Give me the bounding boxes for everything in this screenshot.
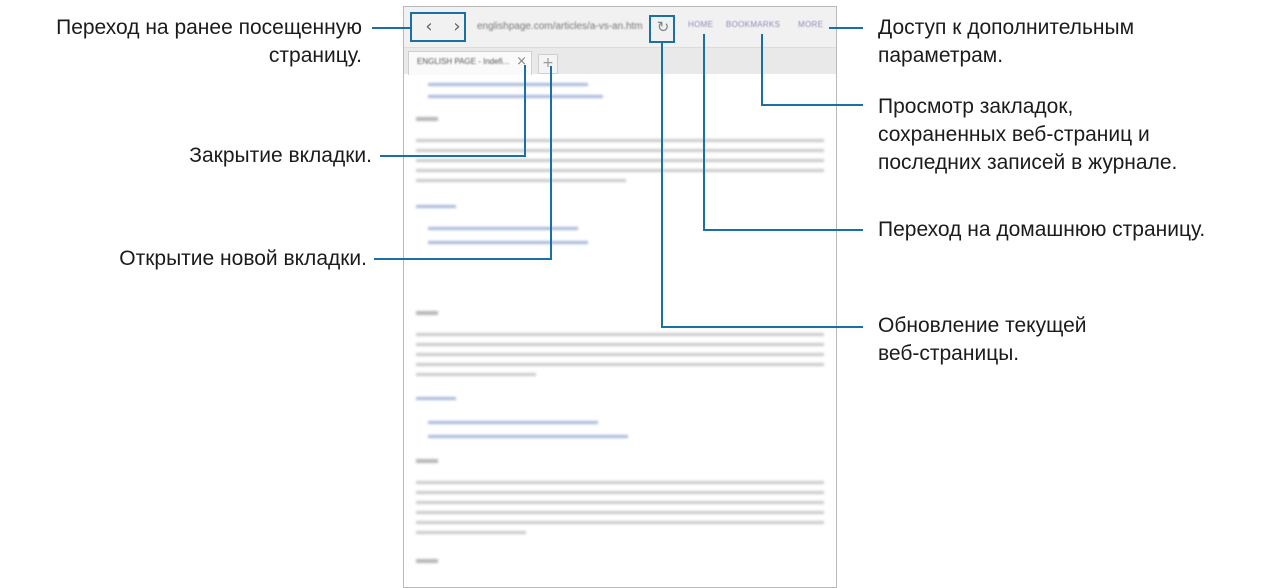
- callout-more-line2: параметрам.: [878, 44, 1004, 67]
- refresh-highlight: [649, 15, 675, 43]
- address-bar[interactable]: englishpage.com/articles/a-vs-an.htm: [477, 18, 655, 36]
- callout-refresh: Обновление текущей веб-страницы.: [878, 312, 1087, 368]
- tab-title: ENGLISH PAGE - Indefi...: [417, 57, 510, 66]
- callout-line-refresh-h: [661, 326, 863, 328]
- callout-bookmarks-line3: последних записей в журнале.: [878, 151, 1178, 174]
- callout-bookmarks: Просмотр закладок, сохраненных веб-стран…: [878, 93, 1177, 177]
- callout-line-home-v: [703, 34, 705, 231]
- home-button[interactable]: HOME: [688, 20, 713, 29]
- callout-bookmarks-line2: сохраненных веб-страниц и: [878, 123, 1150, 146]
- callout-line-back: [372, 27, 410, 29]
- browser-toolbar: ‹ › englishpage.com/articles/a-vs-an.htm…: [404, 7, 836, 48]
- callout-more-line1: Доступ к дополнительным: [878, 16, 1135, 39]
- callout-line-new-tab-v: [550, 66, 552, 260]
- callout-bookmarks-line1: Просмотр закладок,: [878, 95, 1074, 118]
- callout-back-forward-line1: Переход на ранее посещенную: [56, 16, 362, 39]
- callout-new-tab: Открытие новой вкладки.: [119, 247, 367, 270]
- nav-buttons-highlight: [410, 12, 466, 42]
- page-content: [404, 75, 836, 587]
- add-tab-icon[interactable]: +: [538, 54, 558, 74]
- callout-line-close-tab-v: [524, 65, 526, 157]
- callout-more: Доступ к дополнительным параметрам.: [878, 14, 1134, 70]
- more-button[interactable]: MORE: [798, 20, 823, 29]
- browser-tab[interactable]: ENGLISH PAGE - Indefi... ×: [408, 51, 532, 75]
- browser-window: ‹ › englishpage.com/articles/a-vs-an.htm…: [403, 6, 837, 588]
- callout-line-bookmarks-h: [761, 104, 863, 106]
- callout-line-new-tab-h: [374, 258, 552, 260]
- callout-line-refresh-v: [661, 43, 663, 328]
- callout-close-tab: Закрытие вкладки.: [189, 144, 372, 167]
- callout-line-home-h: [703, 229, 863, 231]
- callout-home: Переход на домашнюю страницу.: [878, 218, 1206, 241]
- callout-refresh-line1: Обновление текущей: [878, 314, 1087, 337]
- callout-line-bookmarks-v: [761, 34, 763, 106]
- callout-refresh-line2: веб-страницы.: [878, 342, 1020, 365]
- tab-strip: ENGLISH PAGE - Indefi... × +: [404, 48, 836, 75]
- callout-back-forward: Переход на ранее посещенную страницу.: [56, 14, 362, 70]
- callout-line-close-tab-h: [380, 155, 525, 157]
- callout-back-forward-line2: страницу.: [268, 44, 362, 67]
- callout-line-more: [829, 27, 863, 29]
- bookmarks-button[interactable]: BOOKMARKS: [726, 20, 780, 29]
